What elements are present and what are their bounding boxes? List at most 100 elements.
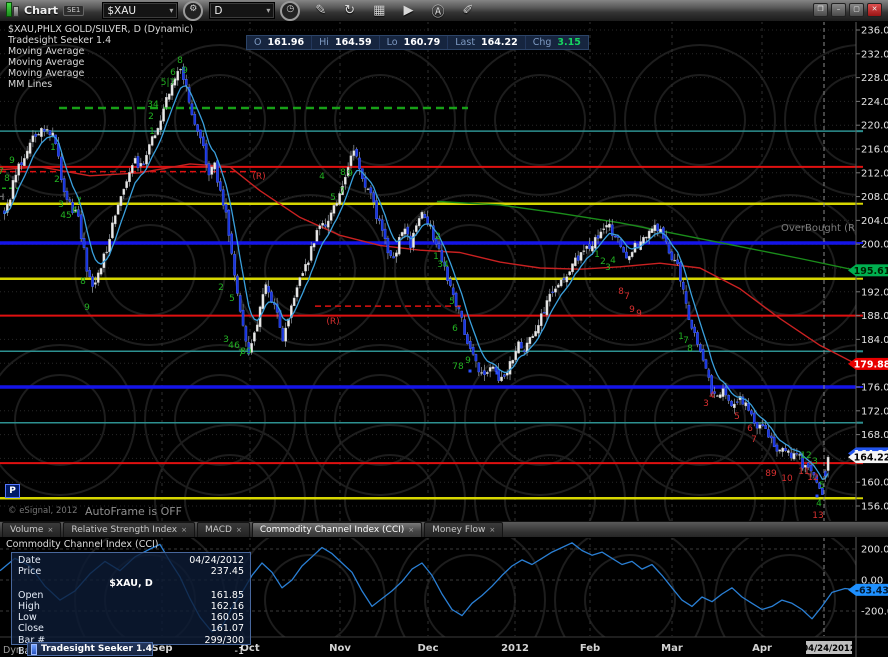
svg-text:-63.43: -63.43 — [855, 585, 888, 596]
svg-text:9: 9 — [84, 303, 90, 313]
symbol-combo[interactable]: $XAU ▾ — [102, 2, 179, 19]
svg-text:10: 10 — [781, 474, 793, 484]
legend-mmlines-line: MM Lines — [8, 79, 53, 90]
svg-text:9: 9 — [347, 169, 353, 179]
svg-text:8: 8 — [80, 277, 86, 287]
svg-text:220.00: 220.00 — [861, 121, 888, 132]
svg-text:4: 4 — [816, 499, 822, 509]
tab-cci[interactable]: Commodity Channel Index (CCI) × — [251, 522, 423, 537]
refresh-icon[interactable]: ↻ — [344, 3, 355, 18]
svg-text:7: 7 — [624, 292, 630, 302]
svg-text:5: 5 — [229, 294, 235, 304]
svg-text:3: 3 — [812, 457, 818, 467]
svg-text:6: 6 — [747, 424, 753, 434]
legend-study-line: Tradesight Seeker 1.4 — [8, 35, 112, 46]
svg-text:160.00: 160.00 — [861, 478, 888, 489]
svg-text:(R): (R) — [252, 172, 265, 182]
svg-text:164.22: 164.22 — [854, 453, 888, 464]
svg-text:Apr: Apr — [752, 643, 772, 654]
svg-text:2: 2 — [148, 112, 154, 122]
tab-volume[interactable]: Volume × — [2, 522, 62, 537]
open-label: O — [254, 37, 262, 48]
tab-close-icon[interactable]: × — [408, 526, 414, 534]
symbol-value: $XAU — [107, 4, 137, 17]
eraser-icon[interactable]: ✐ — [462, 3, 473, 18]
tab-close-icon[interactable]: × — [181, 526, 187, 534]
svg-text:184.00: 184.00 — [861, 335, 888, 346]
interval-value: D — [214, 4, 223, 17]
high-label: Hi — [319, 37, 329, 48]
draw-pencil-icon[interactable]: ✎ — [315, 3, 326, 18]
svg-text:34: 34 — [147, 100, 159, 110]
svg-text:188.00: 188.00 — [861, 311, 888, 322]
svg-text:OverBought (R: OverBought (R — [781, 223, 855, 234]
title-bar: Chart SE1 $XAU ▾ ⚙ D ▾ ◷ ✎ ↻ ▦ ▶ Ⓐ ✐ — [0, 0, 888, 22]
svg-text:Dec: Dec — [417, 643, 438, 654]
quote-strip: O 161.96 Hi 164.59 Lo 160.79 Last 164.22 Chg… — [246, 35, 589, 50]
legend-symbol-line: $XAU,PHLX GOLD/SILVER, D (Dynamic) — [8, 24, 194, 35]
svg-text:1: 1 — [594, 250, 600, 260]
svg-text:2012: 2012 — [501, 643, 529, 654]
svg-text:232.00: 232.00 — [861, 49, 888, 60]
tab-close-icon[interactable]: × — [47, 526, 53, 534]
play-circle-icon[interactable]: ▶ — [403, 3, 413, 18]
minimize-button[interactable]: – — [831, 3, 846, 17]
svg-text:6: 6 — [72, 206, 78, 216]
high-value: 164.59 — [334, 37, 372, 48]
tab-macd[interactable]: MACD × — [196, 522, 250, 537]
change-value: 3.15 — [557, 37, 581, 48]
svg-text:78: 78 — [452, 362, 464, 372]
auto-analysis-icon[interactable]: Ⓐ — [431, 1, 444, 20]
tab-money-flow[interactable]: Money Flow × — [424, 522, 504, 537]
svg-text:2: 2 — [218, 283, 224, 293]
svg-text:195.61: 195.61 — [854, 266, 888, 277]
interval-clock-icon[interactable]: ◷ — [280, 0, 301, 21]
svg-text:4: 4 — [610, 256, 616, 266]
tab-rsi[interactable]: Relative Strength Index × — [63, 522, 195, 537]
popout-button[interactable]: ❐ — [813, 3, 828, 17]
svg-text:3: 3 — [58, 200, 64, 210]
change-label: Chg — [532, 37, 552, 48]
svg-text:9: 9 — [629, 305, 635, 315]
chart-legend: $XAU,PHLX GOLD/SILVER, D (Dynamic) Trade… — [8, 24, 193, 90]
copyright-text: © eSignal, 2012 — [8, 506, 78, 516]
svg-text:12: 12 — [807, 473, 818, 483]
window-title: Chart — [24, 4, 59, 17]
data-window-icon[interactable]: ▦ — [373, 3, 385, 18]
svg-text:1: 1 — [149, 127, 155, 137]
legend-ma-line: Moving Average — [8, 68, 85, 79]
svg-text:34: 34 — [437, 260, 449, 270]
last-label: Last — [455, 37, 476, 48]
symbol-lookup-icon[interactable]: ⚙ — [183, 0, 204, 21]
svg-text:8: 8 — [4, 174, 10, 184]
chevron-down-icon: ▾ — [169, 6, 174, 15]
tradesight-icon — [31, 643, 37, 655]
svg-text:224.00: 224.00 — [861, 97, 888, 108]
svg-text:6: 6 — [452, 324, 458, 334]
tab-close-icon[interactable]: × — [236, 526, 242, 534]
tab-close-icon[interactable]: × — [489, 526, 495, 534]
maximize-button[interactable]: ▢ — [849, 3, 864, 17]
study-status-tag: Tradesight Seeker 1.4 — [27, 642, 153, 656]
svg-text:200.00: 200.00 — [861, 240, 888, 251]
p-marker-badge[interactable]: P — [5, 484, 20, 498]
svg-text:45: 45 — [60, 211, 71, 221]
tooltip-label: Open — [18, 589, 44, 601]
svg-text:228.00: 228.00 — [861, 73, 888, 84]
open-value: 161.96 — [267, 37, 305, 48]
tooltip-label: High — [18, 600, 40, 612]
close-button[interactable]: ✕ — [867, 3, 882, 17]
svg-text:7: 7 — [339, 187, 345, 197]
svg-text:192.00: 192.00 — [861, 287, 888, 298]
interval-combo[interactable]: D ▾ — [209, 2, 276, 19]
study-status-label: Tradesight Seeker 1.4 — [41, 644, 152, 654]
low-label: Lo — [386, 37, 398, 48]
svg-text:13: 13 — [812, 511, 823, 521]
svg-text:8: 8 — [340, 168, 346, 178]
window-badge: SE1 — [63, 5, 85, 16]
svg-text:9: 9 — [9, 156, 15, 166]
svg-text:5: 5 — [449, 297, 455, 307]
svg-text:4: 4 — [709, 391, 715, 401]
svg-text:-200.00: -200.00 — [861, 607, 888, 618]
svg-text:2: 2 — [435, 232, 441, 242]
